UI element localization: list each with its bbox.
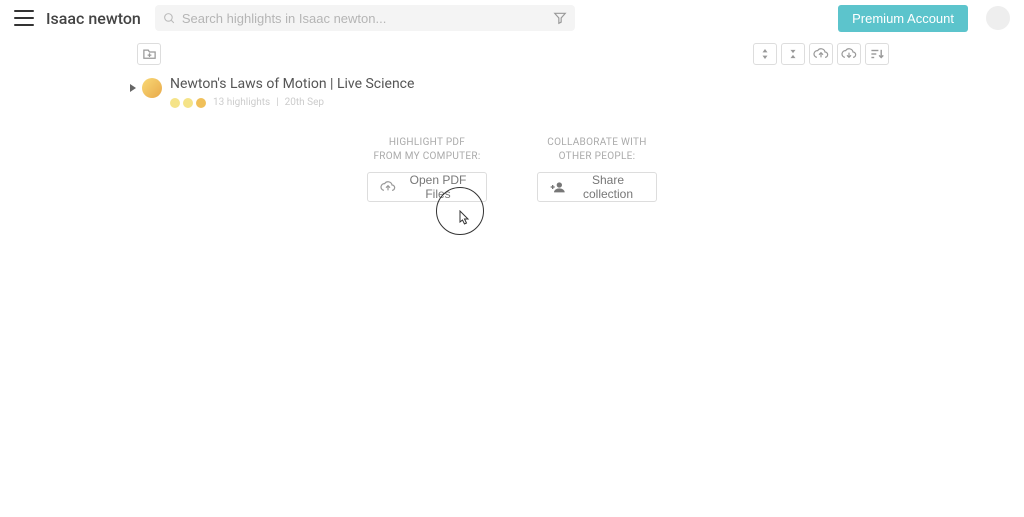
expand-icon bbox=[760, 48, 770, 60]
item-title[interactable]: Newton's Laws of Motion | Live Science bbox=[170, 76, 414, 92]
import-button[interactable] bbox=[837, 43, 861, 65]
share-heading: COLLABORATE WITH OTHER PEOPLE: bbox=[547, 136, 646, 164]
share-collection-button[interactable]: Share collection bbox=[537, 172, 657, 202]
cloud-upload-icon bbox=[380, 181, 396, 193]
list-item[interactable]: Newton's Laws of Motion | Live Science 1… bbox=[130, 74, 1014, 110]
pdf-heading: HIGHLIGHT PDF FROM MY COMPUTER: bbox=[373, 136, 480, 164]
chevron-right-icon[interactable] bbox=[130, 84, 136, 92]
sort-icon bbox=[870, 48, 884, 60]
collapse-button[interactable] bbox=[781, 43, 805, 65]
highlight-dot-icon bbox=[196, 98, 206, 108]
item-meta: 13 highlights | 20th Sep bbox=[170, 97, 414, 108]
cloud-upload-icon bbox=[813, 48, 829, 60]
folder-plus-icon bbox=[142, 48, 157, 61]
collapse-icon bbox=[788, 48, 798, 60]
new-folder-button[interactable] bbox=[137, 43, 161, 65]
cloud-download-icon bbox=[841, 48, 857, 60]
folder-title: Isaac newton bbox=[46, 9, 141, 28]
meta-separator: | bbox=[276, 97, 278, 108]
search-bar[interactable] bbox=[155, 5, 575, 31]
export-button[interactable] bbox=[809, 43, 833, 65]
open-pdf-label: Open PDF Files bbox=[402, 173, 474, 201]
search-icon bbox=[163, 12, 176, 25]
expand-button[interactable] bbox=[753, 43, 777, 65]
search-input[interactable] bbox=[182, 11, 553, 26]
highlight-dot-icon bbox=[170, 98, 180, 108]
menu-icon[interactable] bbox=[14, 10, 34, 26]
filter-icon[interactable] bbox=[553, 11, 567, 25]
person-add-icon bbox=[550, 181, 566, 193]
open-pdf-button[interactable]: Open PDF Files bbox=[367, 172, 487, 202]
item-date: 20th Sep bbox=[285, 97, 324, 108]
share-label: Share collection bbox=[572, 173, 644, 201]
item-favicon bbox=[142, 78, 162, 98]
highlight-count: 13 highlights bbox=[213, 97, 270, 108]
highlight-dot-icon bbox=[183, 98, 193, 108]
avatar[interactable] bbox=[986, 6, 1010, 30]
premium-button[interactable]: Premium Account bbox=[838, 5, 968, 32]
cursor-pointer-icon bbox=[457, 210, 471, 226]
sort-button[interactable] bbox=[865, 43, 889, 65]
